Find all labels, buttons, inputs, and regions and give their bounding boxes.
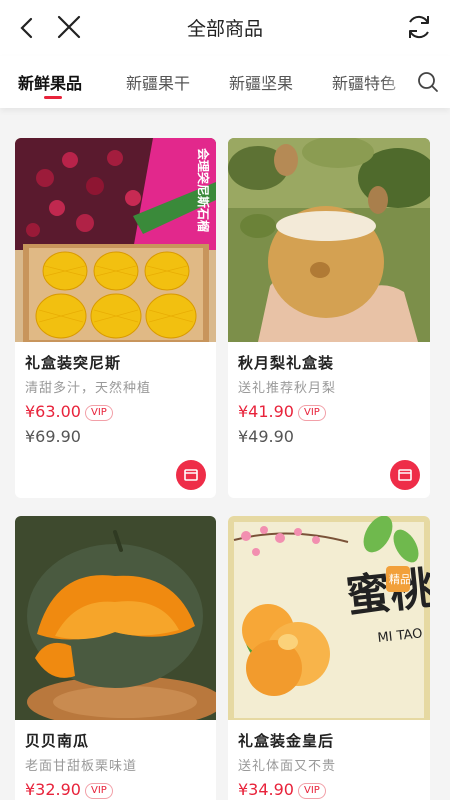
tab-label: 新鲜果品: [18, 74, 83, 93]
product-price: ¥34.90: [238, 780, 294, 799]
tab-label: 新疆果干: [126, 74, 191, 93]
add-to-cart-button[interactable]: [176, 460, 206, 490]
product-card[interactable]: 秋月梨礼盒装 送礼推荐秋月梨 ¥41.90 VIP ¥49.90: [228, 138, 430, 498]
active-tab-indicator: [44, 96, 62, 99]
refresh-icon[interactable]: [404, 12, 434, 42]
product-description: 送礼体面又不贵: [238, 759, 337, 774]
product-price: ¥32.90: [25, 780, 81, 799]
box-seal-text: 精品: [389, 573, 411, 586]
cart-icon: [184, 469, 198, 481]
vip-badge: VIP: [298, 405, 326, 421]
product-description: 送礼推荐秋月梨: [238, 381, 337, 396]
tab-label: 新疆坚果: [229, 74, 294, 93]
category-tabs: 新鲜果品 新疆果干 新疆坚果 新疆特色: [0, 56, 450, 108]
product-description: 清甜多汁，天然种植: [25, 381, 152, 396]
product-original-price: ¥69.90: [25, 427, 81, 446]
tab-nuts[interactable]: 新疆坚果: [229, 70, 293, 94]
box-label-text: 会理突尼斯石榴: [196, 148, 211, 232]
tab-dried-fruit[interactable]: 新疆果干: [126, 70, 190, 94]
product-name[interactable]: 礼盒装金皇后: [238, 730, 334, 751]
tab-fresh-fruit[interactable]: 新鲜果品: [18, 70, 83, 99]
product-image-pomegranate-box[interactable]: 会理突尼斯石榴: [15, 138, 216, 342]
product-image-pumpkin[interactable]: [15, 516, 216, 720]
cart-icon: [398, 469, 412, 481]
vip-badge: VIP: [298, 783, 326, 799]
product-name[interactable]: 贝贝南瓜: [25, 730, 89, 751]
page-title: 全部商品: [186, 18, 263, 40]
product-image-pear[interactable]: [228, 138, 430, 342]
product-price: ¥41.90: [238, 402, 294, 421]
top-bar: 全部商品: [0, 0, 450, 56]
vip-badge: VIP: [85, 783, 113, 799]
product-description: 老面甘甜板栗味道: [25, 759, 138, 774]
product-price: ¥63.00: [25, 402, 81, 421]
product-original-price: ¥49.90: [238, 427, 294, 446]
product-name[interactable]: 秋月梨礼盒装: [238, 352, 334, 373]
product-card[interactable]: 会理突尼斯石榴 礼盒装突尼斯 清甜多汁，天然种植 ¥63.00 VIP ¥69.…: [15, 138, 216, 498]
add-to-cart-button[interactable]: [390, 460, 420, 490]
product-image-peach-box[interactable]: 蜜桃 精品 MI TAO: [228, 516, 430, 720]
product-card[interactable]: 贝贝南瓜 老面甘甜板栗味道 ¥32.90 VIP: [15, 516, 216, 800]
tabs-fade: [382, 56, 412, 108]
vip-badge: VIP: [85, 405, 113, 421]
search-icon[interactable]: [416, 70, 440, 94]
product-name[interactable]: 礼盒装突尼斯: [25, 352, 121, 373]
product-card[interactable]: 蜜桃 精品 MI TAO 礼盒装金皇后 送礼体面又不贵 ¥34.90 VIP: [228, 516, 430, 800]
